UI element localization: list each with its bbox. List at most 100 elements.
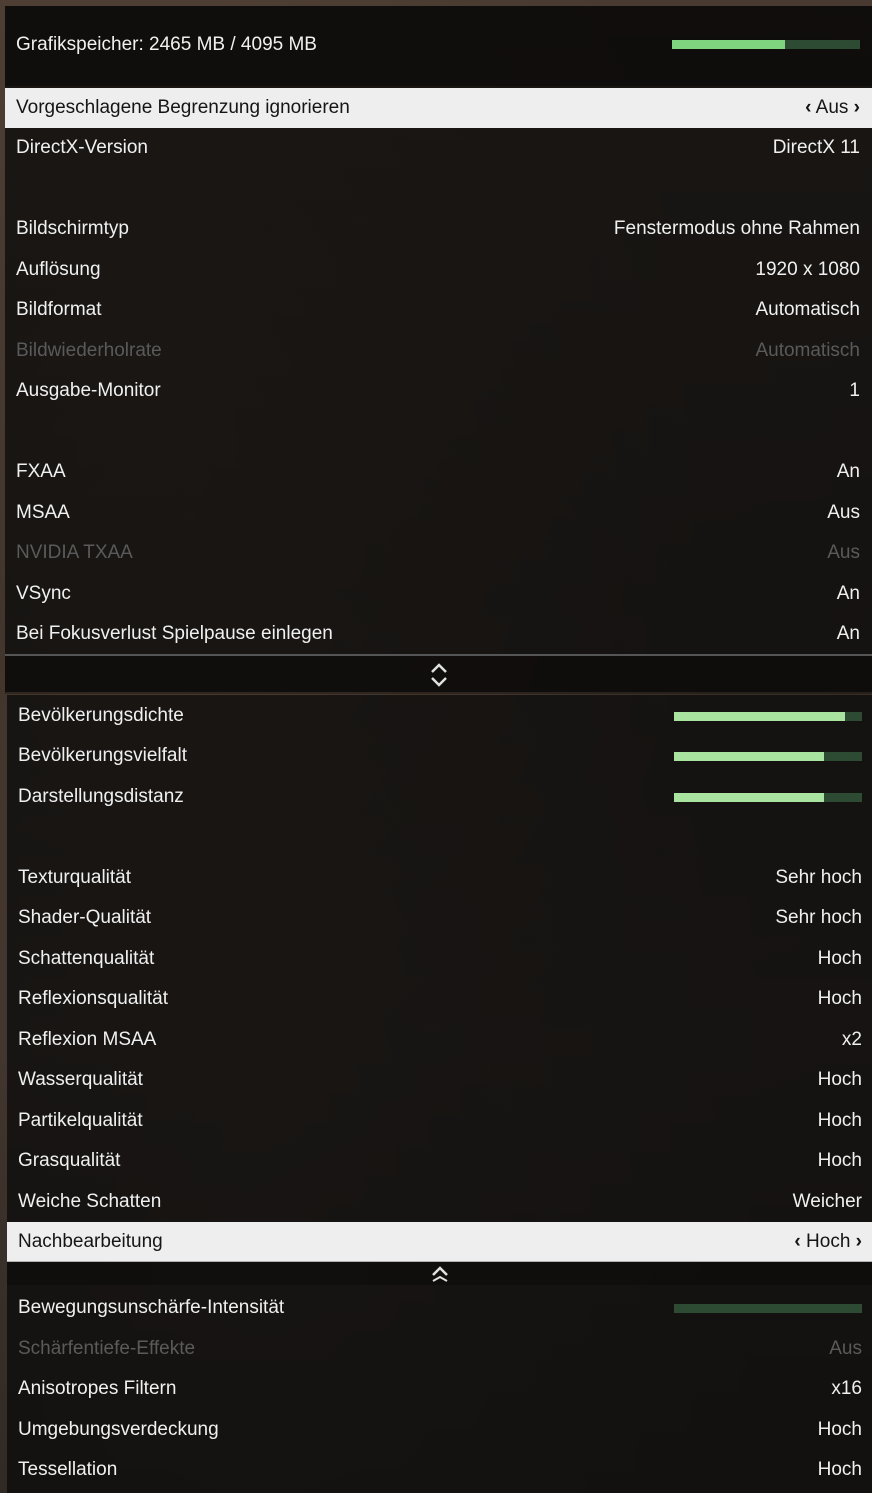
setting-label: DirectX-Version	[16, 137, 148, 158]
setting-value: 1920 x 1080	[755, 259, 860, 280]
setting-row-depth-of-field: Schärfentiefe-Effekte Aus	[7, 1329, 872, 1369]
setting-value: Sehr hoch	[775, 867, 862, 888]
setting-label: Tessellation	[18, 1459, 118, 1480]
setting-label: NVIDIA TXAA	[16, 542, 133, 563]
setting-value: DirectX 11	[772, 137, 860, 158]
setting-value: An	[836, 623, 860, 644]
video-memory-header: Grafikspeicher: 2465 MB / 4095 MB	[5, 6, 872, 86]
setting-row-directx-version[interactable]: DirectX-Version DirectX 11	[5, 128, 872, 168]
setting-row-population-variety[interactable]: Bevölkerungsvielfalt	[7, 736, 872, 776]
setting-value: Sehr hoch	[775, 907, 862, 928]
setting-value: Automatisch	[755, 299, 860, 320]
setting-label: Anisotropes Filtern	[18, 1378, 177, 1399]
setting-value: Aus	[827, 542, 860, 563]
setting-row-texture-quality[interactable]: Texturqualität Sehr hoch	[7, 858, 872, 898]
video-memory-label: Grafikspeicher: 2465 MB / 4095 MB	[16, 34, 317, 55]
setting-label: MSAA	[16, 502, 70, 523]
setting-row-grass-quality[interactable]: Grasqualität Hoch	[7, 1141, 872, 1181]
setting-row-population-density[interactable]: Bevölkerungsdichte	[7, 696, 872, 736]
setting-value: 1	[849, 380, 860, 401]
advanced-graphics-panel: Bevölkerungsdichte Bevölkerungsvielfalt …	[7, 695, 872, 1493]
chevron-up-icon[interactable]	[430, 1264, 450, 1282]
chevron-left-icon[interactable]: ‹	[794, 1231, 800, 1253]
setting-value: Hoch	[817, 1069, 862, 1090]
setting-row-soft-shadows[interactable]: Weiche Schatten Weicher	[7, 1182, 872, 1222]
setting-label: FXAA	[16, 461, 66, 482]
setting-slider[interactable]	[674, 752, 862, 761]
setting-row-msaa[interactable]: MSAA Aus	[5, 493, 872, 533]
setting-value[interactable]: ‹ Aus ›	[805, 97, 860, 119]
setting-label: Grasqualität	[18, 1150, 121, 1171]
setting-value[interactable]: ‹ Hoch ›	[794, 1231, 862, 1253]
setting-value: Hoch	[817, 948, 862, 969]
setting-row-nvidia-txaa: NVIDIA TXAA Aus	[5, 533, 872, 573]
setting-row-pause-on-focus-loss[interactable]: Bei Fokusverlust Spielpause einlegen An	[5, 614, 872, 654]
setting-value: Aus	[827, 502, 860, 523]
scroll-indicator[interactable]	[5, 654, 872, 694]
setting-value: x2	[841, 1029, 862, 1050]
setting-row-fxaa[interactable]: FXAA An	[5, 452, 872, 492]
setting-row-shadow-quality[interactable]: Schattenqualität Hoch	[7, 939, 872, 979]
setting-slider[interactable]	[674, 793, 862, 802]
setting-value: Hoch	[817, 1459, 862, 1480]
setting-value: Hoch	[817, 1150, 862, 1171]
setting-label: Bevölkerungsdichte	[18, 705, 184, 726]
setting-label: Schattenqualität	[18, 948, 155, 969]
setting-row-aspect-ratio[interactable]: Bildformat Automatisch	[5, 290, 872, 330]
chevron-left-icon[interactable]: ‹	[805, 97, 811, 119]
setting-row-post-fx[interactable]: Nachbearbeitung ‹ Hoch ›	[7, 1222, 872, 1262]
setting-row-screen-type[interactable]: Bildschirmtyp Fenstermodus ohne Rahmen	[5, 209, 872, 249]
setting-row-shader-quality[interactable]: Shader-Qualität Sehr hoch	[7, 898, 872, 938]
setting-label: Vorgeschlagene Begrenzung ignorieren	[16, 97, 350, 118]
setting-label: Bewegungsunschärfe-Intensität	[18, 1297, 285, 1318]
graphics-settings-panel: Grafikspeicher: 2465 MB / 4095 MB Vorges…	[5, 6, 872, 694]
chevron-right-icon[interactable]: ›	[856, 1231, 862, 1253]
slider-fill	[674, 712, 846, 721]
setting-row-vsync[interactable]: VSync An	[5, 574, 872, 614]
setting-label: Reflexion MSAA	[18, 1029, 157, 1050]
setting-row-anisotropic-filtering[interactable]: Anisotropes Filtern x16	[7, 1369, 872, 1409]
setting-label: Wasserqualität	[18, 1069, 143, 1090]
video-memory-bar-fill	[672, 40, 785, 49]
setting-slider[interactable]	[674, 712, 862, 721]
setting-label: Bildschirmtyp	[16, 218, 129, 239]
setting-row-reflection-quality[interactable]: Reflexionsqualität Hoch	[7, 979, 872, 1019]
setting-label: Umgebungsverdeckung	[18, 1419, 219, 1440]
setting-row-motion-blur[interactable]: Bewegungsunschärfe-Intensität	[7, 1288, 872, 1328]
chevron-right-icon[interactable]: ›	[854, 97, 860, 119]
setting-row-reflection-msaa[interactable]: Reflexion MSAA x2	[7, 1020, 872, 1060]
setting-row-ignore-suggested-limits[interactable]: Vorgeschlagene Begrenzung ignorieren ‹ A…	[5, 88, 872, 128]
setting-value: Hoch	[817, 1419, 862, 1440]
setting-row-tessellation[interactable]: Tessellation Hoch	[7, 1450, 872, 1490]
setting-row-ambient-occlusion[interactable]: Umgebungsverdeckung Hoch	[7, 1410, 872, 1450]
scroll-up-down-icon[interactable]	[429, 662, 449, 688]
setting-row-resolution[interactable]: Auflösung 1920 x 1080	[5, 250, 872, 290]
setting-label: Bildformat	[16, 299, 102, 320]
setting-label: Partikelqualität	[18, 1110, 143, 1131]
setting-label: Shader-Qualität	[18, 907, 152, 928]
setting-label: Auflösung	[16, 259, 101, 280]
setting-row-particle-quality[interactable]: Partikelqualität Hoch	[7, 1101, 872, 1141]
setting-label: Texturqualität	[18, 867, 132, 888]
setting-value-text: Hoch	[806, 1231, 851, 1252]
setting-label: Nachbearbeitung	[18, 1231, 163, 1252]
setting-value: Hoch	[817, 1110, 862, 1131]
setting-value: Aus	[829, 1338, 862, 1359]
setting-label: Weiche Schatten	[18, 1191, 162, 1212]
setting-label: Bei Fokusverlust Spielpause einlegen	[16, 623, 333, 644]
setting-value: x16	[831, 1378, 862, 1399]
setting-label: VSync	[16, 583, 71, 604]
setting-label: Schärfentiefe-Effekte	[18, 1338, 196, 1359]
setting-value: An	[836, 461, 860, 482]
setting-row-distance-scaling[interactable]: Darstellungsdistanz	[7, 777, 872, 817]
setting-row-water-quality[interactable]: Wasserqualität Hoch	[7, 1060, 872, 1100]
setting-slider[interactable]	[674, 1304, 862, 1313]
setting-label: Reflexionsqualität	[18, 988, 168, 1009]
setting-value: Fenstermodus ohne Rahmen	[613, 218, 860, 239]
slider-fill	[674, 752, 825, 761]
setting-value: Weicher	[792, 1191, 862, 1212]
video-memory-bar	[672, 40, 860, 49]
setting-row-output-monitor[interactable]: Ausgabe-Monitor 1	[5, 371, 872, 411]
setting-row-refresh-rate: Bildwiederholrate Automatisch	[5, 331, 872, 371]
expand-indicator[interactable]	[7, 1261, 872, 1285]
